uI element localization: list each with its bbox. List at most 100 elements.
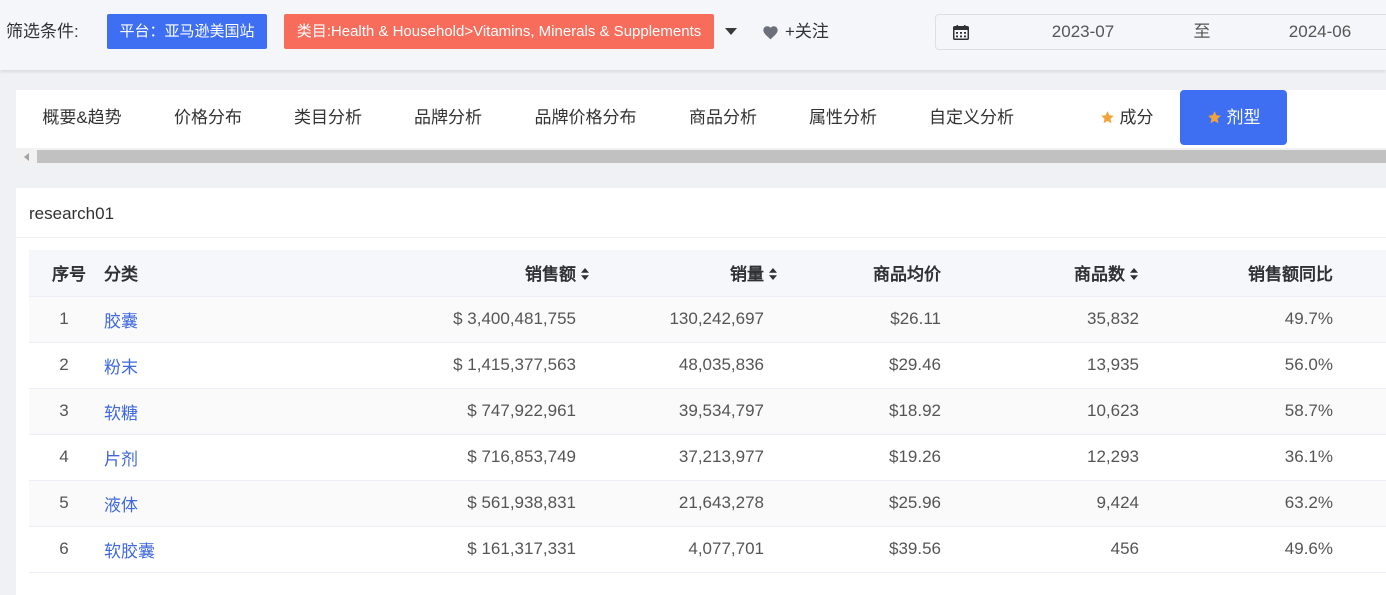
tab-bar-scrollbar[interactable] bbox=[16, 148, 1386, 165]
column-header-label: 销量 bbox=[730, 265, 764, 285]
report-card: research01 序号 分类 销售额 销量 商品均价 商品数 销售额同比 1… bbox=[16, 188, 1386, 595]
star-icon bbox=[1100, 111, 1114, 124]
tab-brand-analysis[interactable]: 品牌分析 bbox=[388, 90, 508, 145]
cell-sales-yoy: 58.7% bbox=[1163, 388, 1357, 435]
column-header-label: 序号 bbox=[52, 265, 86, 285]
date-end-input[interactable]: 2024-06 bbox=[1270, 15, 1370, 49]
cell-sales: $ 747,922,961 bbox=[420, 388, 600, 435]
table-row: 2 粉末 $ 1,415,377,563 48,035,836 $29.46 1… bbox=[29, 342, 1386, 389]
table-row: 6 软胶囊 $ 161,317,331 4,077,701 $39.56 456… bbox=[29, 526, 1386, 573]
tab-label: 商品分析 bbox=[689, 108, 757, 127]
cell-avg-price: $19.26 bbox=[788, 434, 965, 481]
tab-category-analysis[interactable]: 类目分析 bbox=[268, 90, 388, 145]
cell-sales-yoy: 56.0% bbox=[1163, 342, 1357, 389]
category-link[interactable]: 胶囊 bbox=[104, 312, 138, 331]
arrow-left-icon[interactable] bbox=[24, 153, 29, 161]
cell-sales: $ 716,853,749 bbox=[420, 434, 600, 481]
cell-sales: $ 561,938,831 bbox=[420, 480, 600, 527]
filter-bar: 筛选条件: 平台：亚马逊美国站 类目:Health & Household>Vi… bbox=[0, 0, 1386, 70]
table-header-row: 序号 分类 销售额 销量 商品均价 商品数 销售额同比 bbox=[29, 250, 1386, 297]
heart-icon bbox=[763, 25, 778, 39]
table-filler-cell bbox=[1357, 388, 1386, 435]
cell-sales-yoy: 63.2% bbox=[1163, 480, 1357, 527]
column-header-sales[interactable]: 销售额 bbox=[420, 250, 600, 297]
cell-sales-yoy: 49.6% bbox=[1163, 526, 1357, 573]
column-header-label: 销售额 bbox=[525, 265, 576, 285]
table-row: 3 软糖 $ 747,922,961 39,534,797 $18.92 10,… bbox=[29, 388, 1386, 435]
tab-ingredients[interactable]: 成分 bbox=[1073, 90, 1180, 145]
star-icon bbox=[1207, 111, 1221, 124]
tab-price-distribution[interactable]: 价格分布 bbox=[148, 90, 268, 145]
table-filler-cell bbox=[1357, 434, 1386, 481]
category-link[interactable]: 粉末 bbox=[104, 358, 138, 377]
tab-attribute-analysis[interactable]: 属性分析 bbox=[783, 90, 903, 145]
table-filler-cell bbox=[1357, 342, 1386, 389]
tab-label: 类目分析 bbox=[294, 108, 362, 127]
cell-product-count: 10,623 bbox=[965, 388, 1163, 435]
cell-index: 4 bbox=[29, 434, 99, 481]
column-header-avg-price: 商品均价 bbox=[788, 250, 965, 297]
tab-overview-trend[interactable]: 概要&趋势 bbox=[16, 90, 148, 145]
table-filler-cell bbox=[1357, 250, 1386, 297]
category-link[interactable]: 软胶囊 bbox=[104, 542, 155, 561]
tab-label: 品牌分析 bbox=[414, 108, 482, 127]
tab-product-analysis[interactable]: 商品分析 bbox=[663, 90, 783, 145]
cell-category: 粉末 bbox=[99, 342, 420, 389]
filter-label: 筛选条件: bbox=[6, 22, 79, 41]
cell-volume: 21,643,278 bbox=[600, 480, 788, 527]
category-link[interactable]: 片剂 bbox=[104, 450, 138, 469]
category-tag[interactable]: 类目:Health & Household>Vitamins, Minerals… bbox=[284, 14, 714, 49]
date-start-input[interactable]: 2023-07 bbox=[1033, 15, 1133, 49]
date-range-separator: 至 bbox=[1193, 22, 1211, 41]
cell-product-count: 9,424 bbox=[965, 480, 1163, 527]
category-link[interactable]: 液体 bbox=[104, 496, 138, 515]
table-filler-cell bbox=[1357, 526, 1386, 573]
date-range-picker[interactable]: 2023-07 至 2024-06 bbox=[935, 14, 1386, 50]
table-row: 4 片剂 $ 716,853,749 37,213,977 $19.26 12,… bbox=[29, 434, 1386, 481]
cell-sales-yoy: 36.1% bbox=[1163, 434, 1357, 481]
column-header-volume[interactable]: 销量 bbox=[600, 250, 788, 297]
analysis-tab-bar: 概要&趋势 价格分布 类目分析 品牌分析 品牌价格分布 商品分析 属性分析 自定… bbox=[16, 90, 1386, 148]
platform-tag[interactable]: 平台：亚马逊美国站 bbox=[107, 14, 267, 49]
cell-avg-price: $18.92 bbox=[788, 388, 965, 435]
cell-product-count: 456 bbox=[965, 526, 1163, 573]
caret-down-icon[interactable] bbox=[725, 28, 737, 35]
cell-product-count: 13,935 bbox=[965, 342, 1163, 389]
title-divider bbox=[16, 237, 1386, 238]
tab-dosage-form[interactable]: 剂型 bbox=[1180, 90, 1287, 145]
tab-label: 成分 bbox=[1119, 108, 1154, 127]
cell-avg-price: $39.56 bbox=[788, 526, 965, 573]
table-filler-cell bbox=[1357, 296, 1386, 343]
report-title: research01 bbox=[29, 204, 115, 223]
cell-index: 5 bbox=[29, 480, 99, 527]
tab-label: 剂型 bbox=[1226, 108, 1261, 127]
cell-sales: $ 1,415,377,563 bbox=[420, 342, 600, 389]
cell-category: 片剂 bbox=[99, 434, 420, 481]
tab-label: 价格分布 bbox=[174, 108, 242, 127]
cell-volume: 48,035,836 bbox=[600, 342, 788, 389]
column-header-sales-yoy: 销售额同比 bbox=[1163, 250, 1357, 297]
category-link[interactable]: 软糖 bbox=[104, 404, 138, 423]
follow-button[interactable]: +关注 bbox=[762, 20, 829, 44]
cell-product-count: 35,832 bbox=[965, 296, 1163, 343]
tab-custom-analysis[interactable]: 自定义分析 bbox=[903, 90, 1040, 145]
tab-brand-price-distribution[interactable]: 品牌价格分布 bbox=[508, 90, 663, 145]
cell-category: 软胶囊 bbox=[99, 526, 420, 573]
table-filler-cell bbox=[1357, 480, 1386, 527]
sort-caret-icon[interactable] bbox=[768, 267, 778, 281]
sort-caret-icon[interactable] bbox=[1129, 267, 1139, 281]
calendar-icon bbox=[953, 25, 969, 40]
tab-label: 自定义分析 bbox=[929, 108, 1014, 127]
cell-volume: 39,534,797 bbox=[600, 388, 788, 435]
column-header-label: 商品数 bbox=[1074, 265, 1125, 285]
sort-caret-icon[interactable] bbox=[580, 267, 590, 281]
cell-index: 6 bbox=[29, 526, 99, 573]
cell-avg-price: $29.46 bbox=[788, 342, 965, 389]
cell-product-count: 12,293 bbox=[965, 434, 1163, 481]
column-header-product-count[interactable]: 商品数 bbox=[965, 250, 1163, 297]
scrollbar-thumb[interactable] bbox=[37, 150, 1386, 163]
column-header-label: 分类 bbox=[104, 265, 138, 285]
column-header-category: 分类 bbox=[99, 250, 420, 297]
column-header-label: 商品均价 bbox=[873, 265, 941, 285]
cell-category: 胶囊 bbox=[99, 296, 420, 343]
